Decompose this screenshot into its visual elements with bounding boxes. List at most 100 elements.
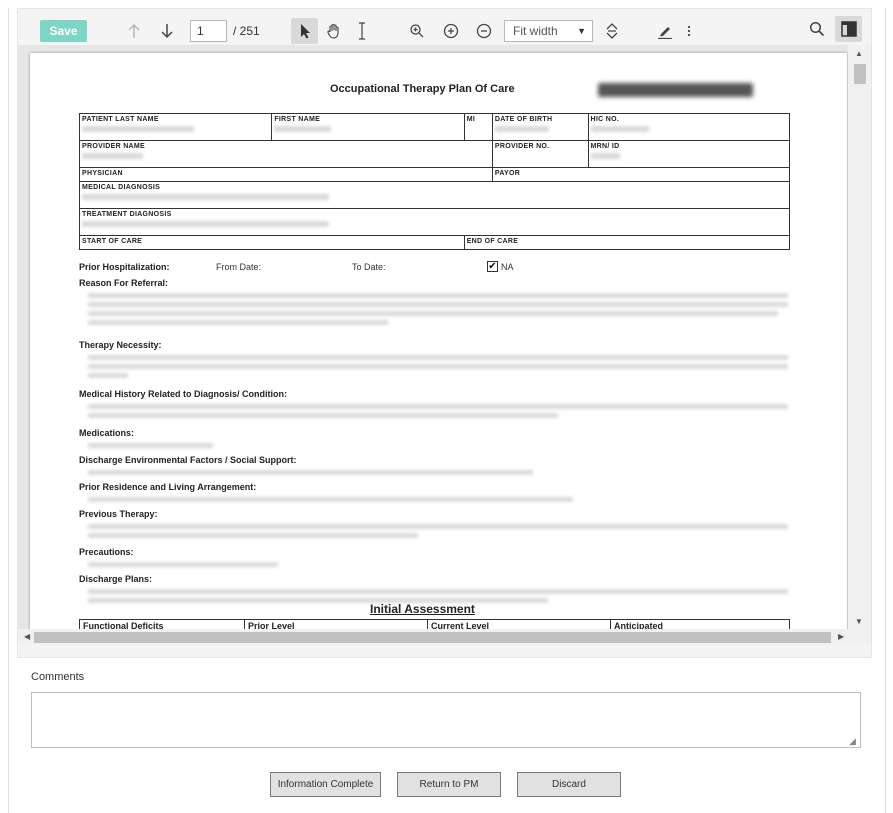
search-button[interactable] bbox=[806, 18, 828, 40]
sidebar-icon bbox=[840, 21, 857, 37]
document-page: Occupational Therapy Plan Of Care PATIEN… bbox=[30, 53, 847, 629]
redacted-value bbox=[82, 126, 195, 132]
redacted-value bbox=[82, 153, 144, 159]
section-discharge-plans: Discharge Plans: bbox=[79, 574, 153, 584]
document-viewport[interactable]: Occupational Therapy Plan Of Care PATIEN… bbox=[18, 45, 871, 629]
search-icon bbox=[809, 21, 825, 37]
more-icon bbox=[687, 25, 691, 37]
hand-icon bbox=[327, 23, 339, 39]
resize-grip-icon[interactable]: ◢ bbox=[849, 736, 856, 747]
redacted-text bbox=[88, 311, 778, 316]
label-date-of-birth: DATE OF BIRTH bbox=[494, 116, 553, 123]
pan-tool-button[interactable] bbox=[322, 19, 346, 43]
zoom-tool-button[interactable] bbox=[406, 20, 428, 42]
redacted-text bbox=[88, 355, 788, 360]
page-number-input[interactable] bbox=[190, 20, 227, 42]
redacted-id bbox=[598, 83, 753, 97]
discard-button[interactable]: Discard bbox=[517, 772, 621, 797]
assessment-table: Functional Deficits Prior Level Current … bbox=[79, 619, 790, 629]
section-reason-for-referral: Reason For Referral: bbox=[79, 278, 169, 288]
patient-info-table: PATIENT LAST NAME FIRST NAME MI DATE OF … bbox=[78, 113, 791, 250]
from-date-label: From Date: bbox=[216, 262, 262, 272]
redacted-value bbox=[274, 126, 331, 132]
label-mi: MI bbox=[466, 116, 476, 123]
redacted-text bbox=[88, 320, 388, 325]
label-payor: PAYOR bbox=[494, 170, 521, 177]
fit-mode-button[interactable] bbox=[601, 20, 623, 42]
label-provider-no: PROVIDER NO. bbox=[494, 143, 550, 150]
redacted-text bbox=[88, 589, 788, 594]
prior-hospitalization-label: Prior Hospitalization: bbox=[79, 262, 170, 272]
redacted-text bbox=[88, 497, 573, 502]
redacted-text bbox=[88, 443, 213, 448]
scroll-up-icon[interactable]: ▲ bbox=[855, 49, 863, 58]
previous-page-button[interactable] bbox=[124, 21, 144, 41]
chevron-down-icon: ▼ bbox=[577, 26, 586, 36]
redacted-text bbox=[88, 364, 788, 369]
zoom-out-button[interactable] bbox=[473, 20, 495, 42]
assessment-header-functional-deficits: Functional Deficits bbox=[79, 619, 245, 629]
label-provider-name: PROVIDER NAME bbox=[82, 143, 146, 150]
redacted-text bbox=[88, 562, 278, 567]
initial-assessment-heading: Initial Assessment bbox=[370, 602, 475, 616]
scroll-down-icon[interactable]: ▼ bbox=[855, 617, 863, 626]
pdf-viewer: Save / 251 Fit width ▼ bbox=[17, 8, 872, 658]
label-medical-diagnosis: MEDICAL DIAGNOSIS bbox=[82, 184, 161, 191]
information-complete-button[interactable]: Information Complete bbox=[270, 772, 381, 797]
label-start-of-care: START OF CARE bbox=[82, 238, 143, 245]
zoom-level-value: Fit width bbox=[513, 24, 558, 38]
next-page-button[interactable] bbox=[157, 21, 177, 41]
to-date-label: To Date: bbox=[352, 262, 386, 272]
scroll-left-icon[interactable]: ◀ bbox=[24, 632, 30, 641]
highlight-pen-icon bbox=[658, 27, 672, 39]
assessment-header-current-level: Current Level bbox=[427, 619, 611, 629]
sidebar-toggle-button[interactable] bbox=[835, 16, 862, 42]
vertical-scroll-thumb[interactable] bbox=[854, 64, 866, 84]
zoom-in-button[interactable] bbox=[440, 20, 462, 42]
redacted-value bbox=[590, 153, 620, 159]
redacted-text bbox=[88, 598, 548, 603]
redacted-text bbox=[88, 404, 788, 409]
redacted-value bbox=[82, 221, 329, 227]
fit-icon bbox=[606, 23, 618, 39]
more-options-button[interactable] bbox=[683, 20, 695, 42]
label-end-of-care: END OF CARE bbox=[466, 238, 519, 245]
redacted-text bbox=[88, 533, 418, 538]
scroll-right-icon[interactable]: ▶ bbox=[838, 632, 844, 641]
zoom-level-select[interactable]: Fit width ▼ bbox=[504, 20, 593, 42]
vertical-scrollbar[interactable]: ▲ ▼ bbox=[848, 45, 871, 629]
horizontal-scroll-thumb[interactable] bbox=[34, 632, 831, 643]
page-total-label: / 251 bbox=[233, 24, 260, 38]
horizontal-scrollbar[interactable]: ◀ ▶ bbox=[18, 629, 871, 645]
arrow-up-icon bbox=[128, 23, 140, 38]
return-to-pm-button[interactable]: Return to PM bbox=[397, 772, 501, 797]
section-therapy-necessity: Therapy Necessity: bbox=[79, 340, 162, 350]
comments-textarea[interactable] bbox=[31, 692, 861, 748]
zoom-search-icon bbox=[410, 24, 424, 38]
label-mrn-id: MRN/ ID bbox=[590, 143, 620, 150]
label-physician: PHYSICIAN bbox=[82, 170, 123, 177]
label-patient-last-name: PATIENT LAST NAME bbox=[82, 116, 159, 123]
section-prior-residence: Prior Residence and Living Arrangement: bbox=[79, 482, 257, 492]
document-title: Occupational Therapy Plan Of Care bbox=[330, 83, 515, 95]
text-select-tool-button[interactable] bbox=[352, 19, 372, 43]
pointer-icon bbox=[300, 24, 310, 39]
save-button[interactable]: Save bbox=[40, 20, 87, 42]
label-first-name: FIRST NAME bbox=[274, 116, 321, 123]
viewer-toolbar: Save / 251 Fit width ▼ bbox=[18, 9, 871, 45]
annotate-button[interactable] bbox=[654, 20, 676, 42]
na-checkbox[interactable]: ✔ bbox=[487, 261, 498, 272]
redacted-value bbox=[590, 126, 650, 132]
section-medications: Medications: bbox=[79, 428, 135, 438]
redacted-value bbox=[82, 194, 329, 200]
redacted-text bbox=[88, 524, 788, 529]
zoom-out-icon bbox=[476, 23, 492, 39]
section-precautions: Precautions: bbox=[79, 547, 134, 557]
redacted-text bbox=[88, 373, 128, 378]
redacted-value bbox=[494, 126, 550, 132]
comments-label: Comments bbox=[31, 671, 85, 683]
select-tool-button[interactable] bbox=[291, 18, 318, 44]
assessment-header-prior-level: Prior Level bbox=[244, 619, 428, 629]
redacted-text bbox=[88, 302, 788, 307]
redacted-text bbox=[88, 293, 788, 298]
